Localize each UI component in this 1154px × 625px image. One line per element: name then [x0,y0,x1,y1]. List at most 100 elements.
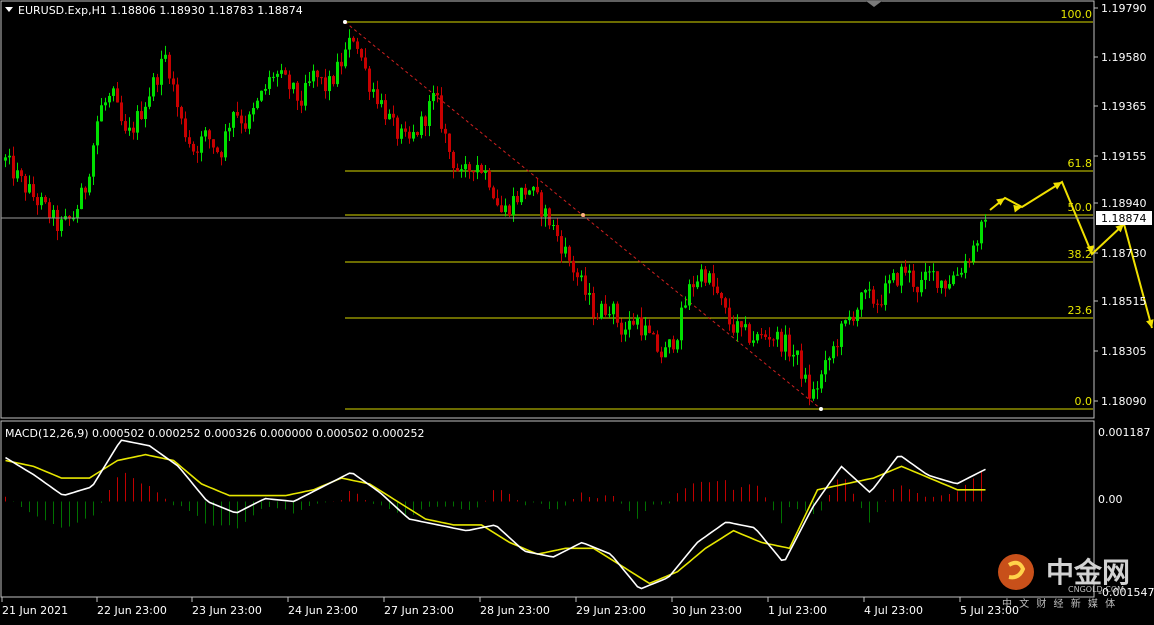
candle-body [652,332,655,335]
candle-body [92,145,95,177]
candle-body [868,289,871,291]
fib-level-label: 61.8 [1068,157,1093,170]
candle-body [764,334,767,338]
candle-body [288,74,291,90]
chart-shift-marker-icon[interactable] [866,1,882,7]
candle-body [264,88,267,91]
candle-body [624,329,627,335]
candle-body [120,102,123,122]
candle-body [960,272,963,275]
candle-body [480,164,483,173]
candle-body [476,164,479,173]
candle-body [548,208,551,226]
candle-body [168,54,171,79]
candle-body [860,292,863,310]
candle-body [744,324,747,328]
candle-body [540,192,543,217]
candle-body [660,351,663,358]
candle-body [128,127,131,131]
candle-body [588,292,591,295]
candle-body [408,131,411,139]
candle-body [212,139,215,148]
fib-anchor-high[interactable] [343,20,347,24]
watermark-logo: 中金网 CNGOLD.COM 中 文 财 经 新 媒 体 [998,554,1130,610]
candle-body [844,320,847,324]
candle-body [520,187,523,203]
candle-body [380,100,383,105]
candle-body [348,37,351,50]
fibonacci-retracement[interactable]: 100.061.850.038.223.60.0 [343,8,1093,411]
candle-body [372,89,375,92]
collapse-triangle-icon[interactable] [5,7,13,12]
candle-body [700,269,703,282]
candle-body [320,77,323,79]
candle-body [424,116,427,126]
fib-level-label: 0.0 [1075,395,1093,408]
candle-body [848,316,851,321]
candle-body [940,280,943,288]
candle-body [464,164,467,170]
trading-chart[interactable]: 100.0 61.8 50.0 38.2 23.6 0.0 1.19790 1.19580 1… [0,0,1154,621]
candle-body [260,90,263,101]
fib-level-label: 100.0 [1061,8,1093,21]
candle-body [808,374,811,399]
candle-body [904,266,907,273]
fib-level-label: 23.6 [1068,304,1093,317]
candle-body [524,187,527,195]
candle-body [384,100,387,120]
time-tick-label: 4 Jul 23:00 [864,604,923,617]
candle-body [504,205,507,213]
candle-body [76,209,79,219]
candle-body [668,339,671,348]
candle-body [748,324,751,343]
candle-body [420,116,423,136]
candle-body [788,334,791,357]
fib-anchor-low[interactable] [819,407,823,411]
candle-body [148,96,151,107]
candle-body [688,284,691,306]
candle-body [8,155,11,158]
candle-body [884,283,887,305]
fib-anchor-mid[interactable] [581,213,585,217]
candle-body [876,303,879,305]
candle-body [312,70,315,82]
candle-body [756,334,759,341]
price-tick-label: 1.18730 [1101,247,1147,260]
candle-body [880,304,883,306]
candle-body [308,81,311,83]
time-tick-label: 1 Jul 23:00 [768,604,827,617]
candle-body [440,95,443,129]
candle-body [112,88,115,96]
candle-body [784,334,787,352]
candle-body [436,93,439,96]
candle-body [416,132,419,136]
candle-body [900,266,903,286]
candle-body [176,84,179,108]
candle-body [216,147,219,153]
candle-body [736,321,739,333]
watermark-sub-en: CNGOLD.COM [1068,585,1124,594]
candle-body [800,350,803,379]
candle-body [984,219,987,222]
candle-body [352,37,355,42]
candle-body [32,184,35,198]
candle-body [712,273,715,287]
candle-body [840,323,843,347]
candle-body [944,280,947,289]
chart-canvas[interactable]: 100.061.850.038.223.60.0 1.197901.195801… [0,0,1154,621]
candle-body [684,305,687,308]
candle-body [468,164,471,172]
price-tick-label: 1.19155 [1101,150,1147,163]
candle-body [116,88,119,103]
candle-body [144,106,147,120]
candle-body [296,82,299,101]
candle-body [832,346,835,359]
candle-body [768,337,771,340]
candle-body [276,73,279,77]
candle-body [456,168,459,172]
candle-body [600,303,603,319]
price-tick-label: 1.18090 [1101,395,1147,408]
candle-body [680,307,683,341]
candle-body [676,340,679,350]
macd-main-line [5,439,986,590]
